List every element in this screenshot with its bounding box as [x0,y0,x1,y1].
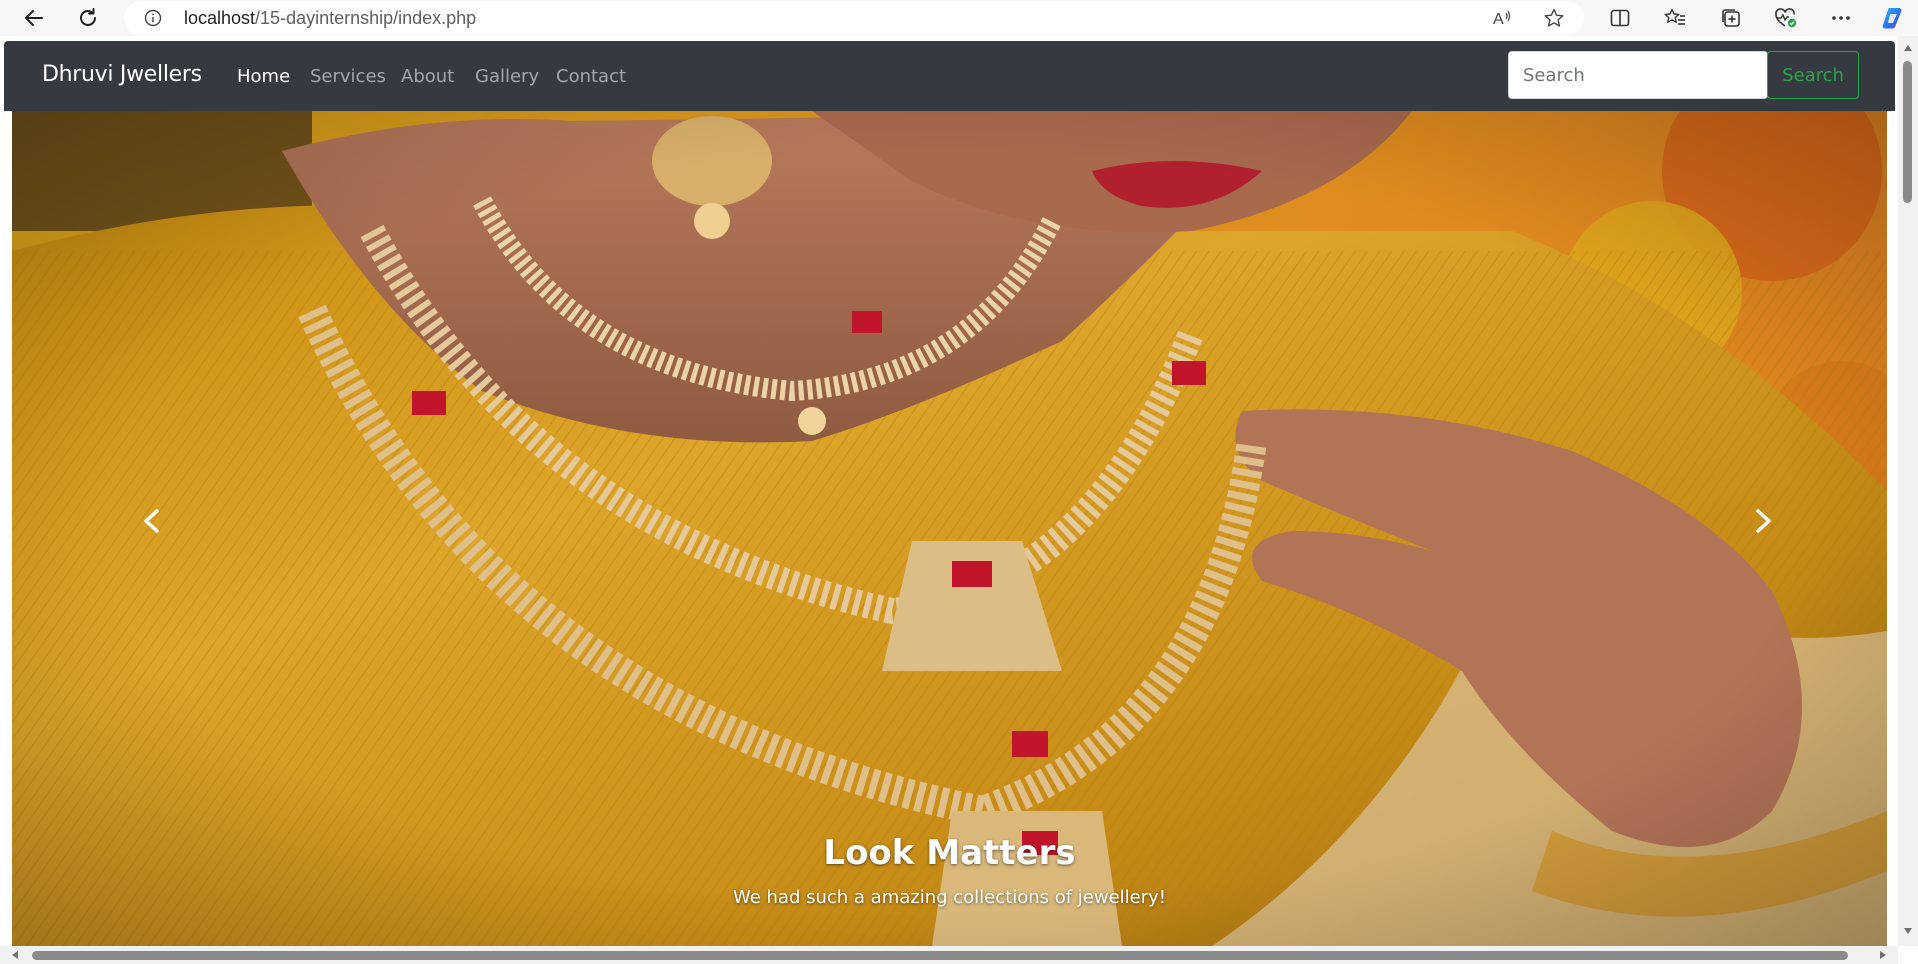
copilot-icon [1882,8,1902,29]
favorite-button[interactable] [1542,6,1566,30]
collections-icon [1722,9,1740,27]
scroll-up-icon[interactable] [1901,41,1915,55]
browser-toolbar: localhost/15-dayinternship/index.php A [0,0,1918,36]
hero-carousel: Look Matters We had such a amazing colle… [12,111,1887,946]
carousel-caption-text: We had such a amazing collections of jew… [732,887,1167,908]
nav-gallery[interactable]: Gallery [475,66,539,87]
copilot-button[interactable] [1880,5,1906,31]
web-page: Dhruvi Jwellers Home Services About Gall… [4,41,1895,946]
search-input[interactable] [1508,51,1768,99]
carousel-prev-button[interactable] [122,486,182,556]
favorites-icon [1664,8,1685,25]
back-button[interactable] [20,4,48,32]
brand-logo-text[interactable]: Dhruvi Jwellers [42,62,202,87]
carousel-caption-title: Look Matters [823,833,1076,873]
scroll-left-icon[interactable] [8,948,22,962]
browser-essentials-button[interactable] [1773,5,1799,31]
svg-text:A: A [1493,11,1504,28]
vertical-scroll-thumb[interactable] [1903,61,1912,203]
nav-home[interactable]: Home [237,66,290,87]
nav-about[interactable]: About [401,66,454,87]
url-host: localhost [184,8,256,28]
read-aloud-icon: A [1493,10,1511,28]
horizontal-scroll-thumb[interactable] [32,951,1848,960]
page-viewport: Dhruvi Jwellers Home Services About Gall… [0,36,1918,964]
arrow-left-icon [25,10,43,26]
collections-button[interactable] [1718,5,1744,31]
read-aloud-button[interactable]: A [1490,6,1514,30]
nav-contact[interactable]: Contact [556,66,626,87]
scroll-down-icon[interactable] [1901,924,1915,938]
site-navbar: Dhruvi Jwellers Home Services About Gall… [4,41,1895,111]
chevron-left-icon [144,509,159,533]
address-bar[interactable]: localhost/15-dayinternship/index.php A [124,1,1584,35]
carousel-next-button[interactable] [1733,486,1793,556]
more-icon [1832,16,1850,20]
favorites-button[interactable] [1662,5,1688,31]
reload-icon [80,8,96,26]
split-screen-icon [1610,9,1630,27]
info-icon[interactable] [144,9,162,27]
star-icon [1544,8,1564,27]
vertical-scrollbar[interactable] [1898,36,1918,946]
nav-services[interactable]: Services [310,66,386,87]
more-button[interactable] [1828,5,1854,31]
horizontal-scrollbar[interactable] [0,946,1898,964]
url-text[interactable]: localhost/15-dayinternship/index.php [184,8,476,29]
jewellery-slide-image [12,111,1887,946]
chevron-right-icon [1756,509,1771,533]
url-path: /15-dayinternship/index.php [255,8,477,28]
search-button[interactable]: Search [1767,51,1859,99]
heart-pulse-icon [1775,8,1797,28]
scroll-right-icon[interactable] [1876,948,1890,962]
reload-button[interactable] [74,4,102,32]
split-screen-button[interactable] [1607,5,1633,31]
